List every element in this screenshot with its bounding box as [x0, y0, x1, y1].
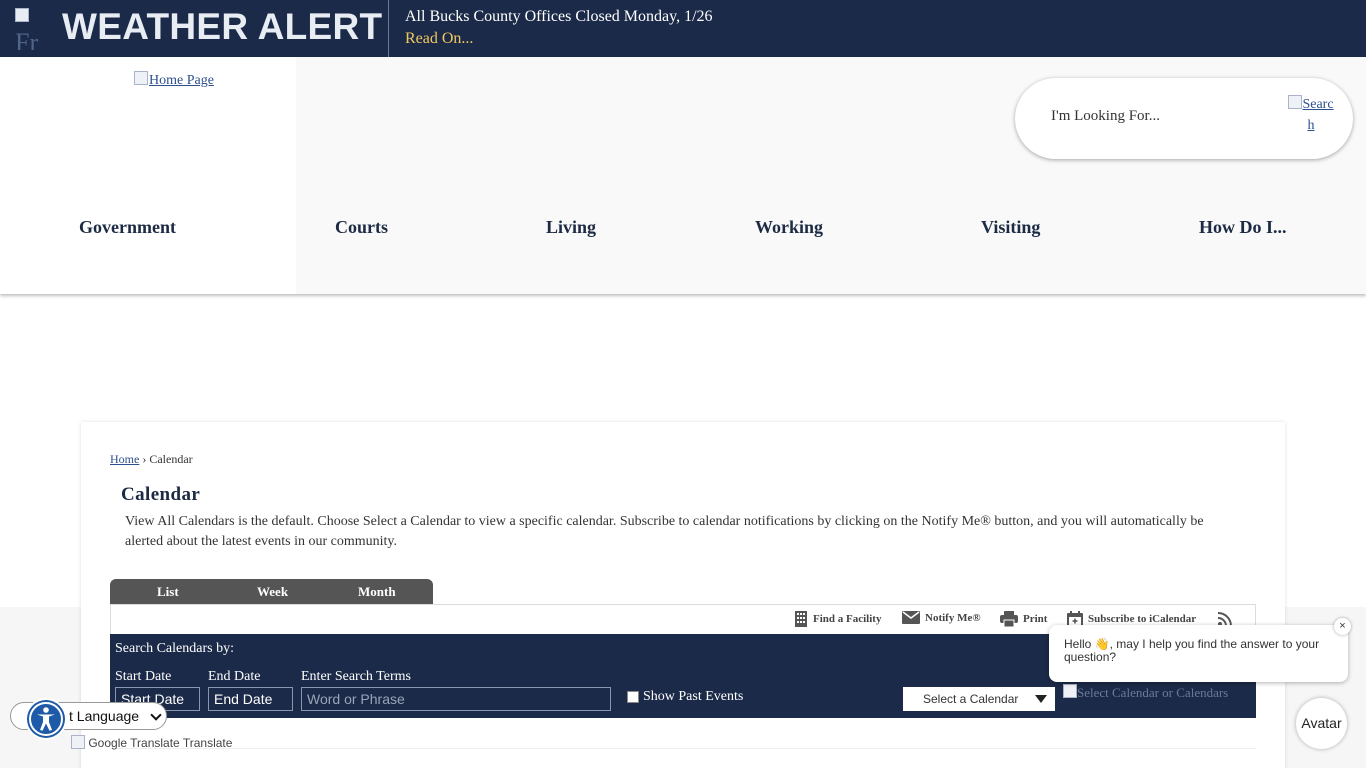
search-terms-label: Enter Search Terms — [301, 669, 411, 684]
start-date-label: Start Date — [115, 669, 172, 684]
broken-image-icon — [15, 8, 29, 22]
language-select-label: t Language — [69, 708, 140, 724]
page-title: Calendar — [121, 484, 201, 505]
weather-alert-bar: Fr WEATHER ALERT All Bucks County Office… — [0, 0, 1366, 57]
chat-close-icon[interactable]: × — [1334, 618, 1351, 635]
chat-avatar-button[interactable]: Avatar — [1296, 698, 1347, 749]
chevron-down-icon — [150, 709, 162, 721]
tab-week[interactable]: Week — [257, 584, 288, 600]
select-calendar-value: Select a Calendar — [923, 692, 1019, 706]
chat-greeting-text: Hello 👋, may I help you find the answer … — [1064, 637, 1320, 664]
end-date-input[interactable] — [208, 687, 293, 711]
search-button[interactable]: Search — [1285, 94, 1337, 136]
find-facility-button[interactable]: Find a Facility — [794, 611, 881, 627]
alert-read-on-link[interactable]: Read On... — [405, 30, 473, 48]
breadcrumb-home-link[interactable]: Home — [110, 452, 139, 466]
show-past-events-label: Show Past Events — [643, 689, 744, 704]
find-facility-label: Find a Facility — [813, 613, 882, 625]
nav-item-government[interactable]: Government — [79, 217, 176, 238]
printer-icon — [1000, 611, 1018, 627]
google-translate-text: Translate — [182, 736, 233, 750]
nav-item-working[interactable]: Working — [755, 217, 823, 238]
chat-greeting-bubble[interactable]: Hello 👋, may I help you find the answer … — [1049, 625, 1348, 682]
breadcrumb-current: Calendar — [149, 452, 193, 466]
accessibility-icon[interactable] — [25, 698, 67, 740]
show-past-events-checkbox[interactable] — [627, 691, 639, 703]
dropdown-arrow-icon — [1035, 695, 1047, 703]
print-label: Print — [1023, 613, 1048, 625]
notify-me-button[interactable]: Notify Me® — [902, 611, 981, 624]
view-tabs: List Week Month — [110, 579, 433, 604]
calendar-content-card: Home › Calendar Calendar View All Calend… — [81, 422, 1285, 768]
alert-message: All Bucks County Offices Closed Monday, … — [405, 8, 713, 25]
envelope-icon — [902, 611, 920, 624]
alert-image-alt: Fr — [15, 28, 39, 51]
select-calendar-dropdown[interactable]: Select a Calendar — [903, 687, 1055, 711]
show-past-events-option[interactable]: Show Past Events — [627, 689, 743, 705]
site-search-input[interactable] — [1051, 108, 1271, 125]
google-translate-logo-alt: Google Translate — [88, 736, 180, 750]
nav-item-how-do-i[interactable]: How Do I... — [1199, 217, 1287, 238]
search-panel-heading: Search Calendars by: — [115, 641, 234, 656]
alert-divider — [388, 0, 389, 57]
google-translate-credit: Google Translate Translate — [71, 735, 232, 750]
select-calendar-image-button[interactable]: Select Calendar or Calendars — [1063, 684, 1228, 701]
end-date-label: End Date — [208, 669, 261, 684]
home-page-logo-link[interactable]: Home Page — [134, 71, 214, 89]
print-button[interactable]: Print — [1000, 611, 1047, 627]
results-divider — [110, 748, 1256, 749]
main-nav: Government Courts Living Working Visitin… — [0, 217, 1366, 247]
tab-list[interactable]: List — [157, 584, 179, 600]
logo-area: Home Page — [0, 57, 296, 294]
notify-me-label: Notify Me® — [925, 611, 981, 624]
nav-item-courts[interactable]: Courts — [335, 217, 388, 238]
alert-title: WEATHER ALERT — [62, 6, 383, 47]
breadcrumb-separator: › — [142, 452, 147, 466]
breadcrumb: Home › Calendar — [110, 452, 193, 467]
nav-item-visiting[interactable]: Visiting — [981, 217, 1040, 238]
nav-item-living[interactable]: Living — [546, 217, 596, 238]
building-icon — [795, 611, 807, 627]
alert-image: Fr — [15, 8, 55, 50]
site-search-box: Search — [1015, 78, 1353, 159]
tab-month[interactable]: Month — [358, 584, 396, 600]
search-terms-input[interactable] — [301, 687, 611, 711]
site-header: Home Page Search Government Courts Livin… — [0, 57, 1366, 294]
subscribe-label: Subscribe to iCalendar — [1088, 613, 1197, 625]
page-intro: View All Calendars is the default. Choos… — [125, 514, 1204, 549]
